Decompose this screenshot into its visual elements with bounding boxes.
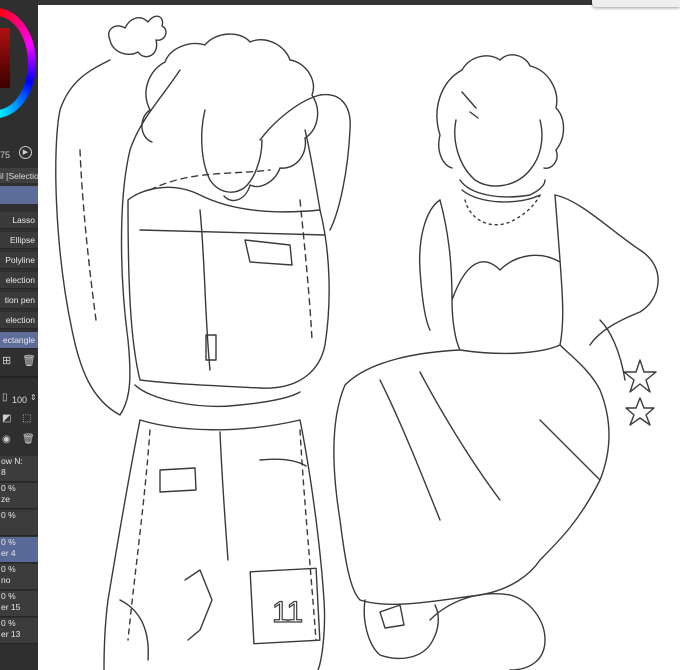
title-bar xyxy=(38,0,680,5)
subtool-item[interactable]: election xyxy=(0,272,38,289)
layer-row[interactable]: 0 % er 4 xyxy=(0,537,38,563)
shirt-seams xyxy=(79,149,313,341)
layer-opacity-label: 0 % xyxy=(1,537,16,547)
layer-mask-icon[interactable]: ◩ xyxy=(2,413,11,424)
left-figure: 11 xyxy=(55,15,351,670)
record-icon[interactable]: ◉ xyxy=(2,434,11,445)
layer-name-label: no xyxy=(1,575,11,585)
shoes xyxy=(363,593,546,670)
layer-row[interactable]: ow N: 8 xyxy=(0,456,38,482)
face-right xyxy=(454,119,543,187)
layer-name-label: er 4 xyxy=(1,548,16,558)
layer-name-label: 8 xyxy=(1,467,6,477)
subtool-item[interactable]: Ellipse xyxy=(0,232,38,249)
trash-icon[interactable]: 🗑 xyxy=(22,354,36,367)
layer-row[interactable]: 0 % er 13 xyxy=(0,618,38,644)
layer-opacity-label: 0 % xyxy=(1,564,16,574)
subtool-item[interactable]: Polyline xyxy=(0,252,38,269)
layer-opacity-label: 0 % xyxy=(1,510,16,520)
color-value-label: 75 xyxy=(0,150,11,160)
layer-opacity-label: ow N: xyxy=(1,456,23,466)
jeans xyxy=(103,419,326,670)
panel-divider xyxy=(0,376,38,378)
new-subtool-icon[interactable]: ⊞ xyxy=(2,354,11,367)
layer-name-label: ze xyxy=(1,494,10,504)
stepper-icon[interactable]: ⇕ xyxy=(30,393,37,402)
sketch-artwork: 11 xyxy=(55,15,659,670)
right-arm xyxy=(259,93,351,231)
curly-hair xyxy=(141,33,319,202)
scarf xyxy=(459,179,546,203)
layer-name-label: er 13 xyxy=(1,629,21,639)
saturation-square[interactable] xyxy=(0,28,10,88)
layer-opacity-label: 0 % xyxy=(1,591,16,601)
floating-window-edge[interactable] xyxy=(592,0,680,7)
shirt xyxy=(127,186,330,389)
layer-opacity-label: 0 % xyxy=(1,483,16,493)
jersey-number: 11 xyxy=(272,596,303,629)
subtool-item[interactable]: Lasso xyxy=(0,212,38,229)
face xyxy=(201,109,263,193)
left-arm xyxy=(55,59,181,416)
layer-row[interactable]: 0 % ze xyxy=(0,483,38,509)
subtool-header-label: il [Selection xyxy=(0,171,38,181)
opacity-value[interactable]: 100 xyxy=(12,395,27,405)
camisole xyxy=(439,194,564,355)
lock-icon[interactable]: ▯ xyxy=(2,392,8,403)
layer-row[interactable]: 0 % xyxy=(0,510,38,536)
play-circle-icon[interactable]: ▶ xyxy=(19,146,32,159)
layer-row[interactable]: 0 % er 15 xyxy=(0,591,38,617)
hair-bow xyxy=(108,15,167,58)
right-figure-arm xyxy=(554,194,659,381)
long-skirt xyxy=(333,344,610,605)
layer-opacity-label: 0 % xyxy=(1,618,16,628)
right-figure xyxy=(333,54,659,670)
subtool-item[interactable]: election xyxy=(0,312,38,329)
left-panel: 75 ▶ il [Selection Lasso Ellipse Polyline e… xyxy=(0,0,38,670)
layer-row[interactable]: 0 % no xyxy=(0,564,38,590)
drawing-canvas[interactable]: 11 xyxy=(38,0,680,670)
layer-effect-icon[interactable]: ⬚ xyxy=(22,413,31,424)
subtool-item[interactable]: tion pen xyxy=(0,292,38,309)
spiky-hair xyxy=(436,54,565,169)
layer-name-label: er 15 xyxy=(1,602,21,612)
subtool-header: il [Selection xyxy=(0,168,38,183)
delete-layer-icon[interactable]: 🗑 xyxy=(22,434,35,445)
subtool-group-bar[interactable] xyxy=(0,186,38,204)
subtool-item[interactable]: ectangle xyxy=(0,332,38,349)
star-decorations xyxy=(623,359,657,426)
right-figure-arm-left xyxy=(418,199,441,331)
